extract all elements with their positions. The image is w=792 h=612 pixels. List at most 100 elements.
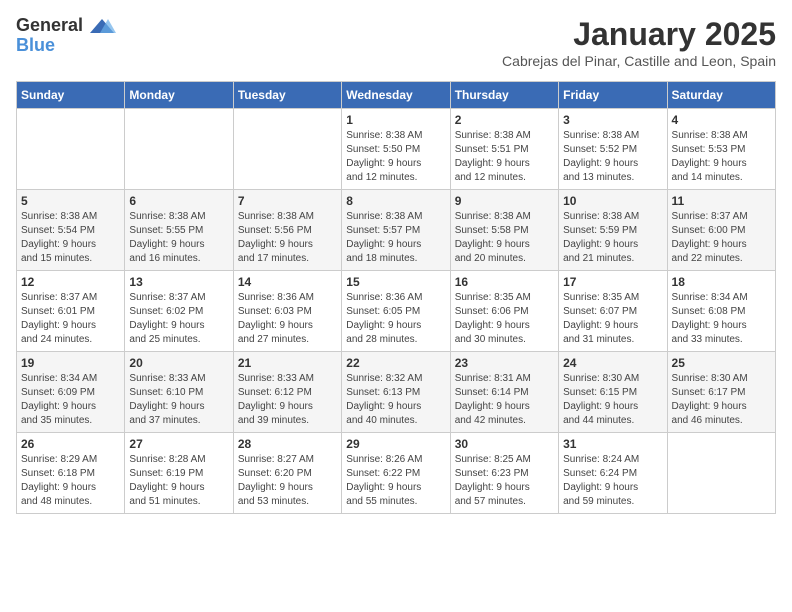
title-area: January 2025 Cabrejas del Pinar, Castill… (502, 16, 776, 69)
day-info: Sunrise: 8:38 AM Sunset: 5:52 PM Dayligh… (563, 129, 662, 185)
week-row-3: 12 Sunrise: 8:37 AM Sunset: 6:01 PM Dayli… (17, 271, 776, 352)
day-number: 16 (455, 275, 554, 289)
day-cell: 22 Sunrise: 8:32 AM Sunset: 6:13 PM Dayli… (342, 352, 450, 433)
day-cell: 28Sunrise: 8:27 AM Sunset: 6:20 PM Dayli… (233, 433, 341, 514)
day-info: Sunrise: 8:35 AM Sunset: 6:07 PM Dayligh… (563, 291, 662, 347)
month-title: January 2025 (502, 16, 776, 53)
weekday-header-monday: Monday (125, 82, 233, 109)
day-info: Sunrise: 8:38 AM Sunset: 5:58 PM Dayligh… (455, 210, 554, 266)
day-info: Sunrise: 8:38 AM Sunset: 5:55 PM Dayligh… (129, 210, 228, 266)
day-number: 6 (129, 194, 228, 208)
day-number: 8 (346, 194, 445, 208)
day-number: 3 (563, 113, 662, 127)
day-number: 31 (563, 437, 662, 451)
day-number: 22 (346, 356, 445, 370)
day-info: Sunrise: 8:30 AM Sunset: 6:15 PM Dayligh… (563, 372, 662, 428)
day-cell (17, 109, 125, 190)
day-number: 19 (21, 356, 120, 370)
day-number: 11 (672, 194, 771, 208)
day-cell: 25Sunrise: 8:30 AM Sunset: 6:17 PM Dayli… (667, 352, 775, 433)
week-row-4: 19Sunrise: 8:34 AM Sunset: 6:09 PM Dayli… (17, 352, 776, 433)
weekday-header-wednesday: Wednesday (342, 82, 450, 109)
day-info: Sunrise: 8:38 AM Sunset: 5:51 PM Dayligh… (455, 129, 554, 185)
day-cell: 3 Sunrise: 8:38 AM Sunset: 5:52 PM Daylig… (559, 109, 667, 190)
day-cell: 15Sunrise: 8:36 AM Sunset: 6:05 PM Dayli… (342, 271, 450, 352)
day-number: 4 (672, 113, 771, 127)
day-cell: 5 Sunrise: 8:38 AM Sunset: 5:54 PM Daylig… (17, 190, 125, 271)
day-number: 27 (129, 437, 228, 451)
day-info: Sunrise: 8:37 AM Sunset: 6:00 PM Dayligh… (672, 210, 771, 266)
weekday-header-row: SundayMondayTuesdayWednesdayThursdayFrid… (17, 82, 776, 109)
day-info: Sunrise: 8:31 AM Sunset: 6:14 PM Dayligh… (455, 372, 554, 428)
day-info: Sunrise: 8:35 AM Sunset: 6:06 PM Dayligh… (455, 291, 554, 347)
day-info: Sunrise: 8:32 AM Sunset: 6:13 PM Dayligh… (346, 372, 445, 428)
header: General Blue January 2025 Cabrejas del P… (16, 16, 776, 69)
day-info: Sunrise: 8:36 AM Sunset: 6:03 PM Dayligh… (238, 291, 337, 347)
day-info: Sunrise: 8:33 AM Sunset: 6:12 PM Dayligh… (238, 372, 337, 428)
day-cell: 1 Sunrise: 8:38 AM Sunset: 5:50 PM Daylig… (342, 109, 450, 190)
day-cell: 16 Sunrise: 8:35 AM Sunset: 6:06 PM Dayli… (450, 271, 558, 352)
weekday-header-friday: Friday (559, 82, 667, 109)
day-number: 5 (21, 194, 120, 208)
day-info: Sunrise: 8:38 AM Sunset: 5:59 PM Dayligh… (563, 210, 662, 266)
day-info: Sunrise: 8:38 AM Sunset: 5:53 PM Dayligh… (672, 129, 771, 185)
day-cell (233, 109, 341, 190)
day-cell: 20Sunrise: 8:33 AM Sunset: 6:10 PM Dayli… (125, 352, 233, 433)
day-info: Sunrise: 8:38 AM Sunset: 5:57 PM Dayligh… (346, 210, 445, 266)
day-cell: 26Sunrise: 8:29 AM Sunset: 6:18 PM Dayli… (17, 433, 125, 514)
logo: General Blue (16, 16, 116, 56)
day-info: Sunrise: 8:37 AM Sunset: 6:01 PM Dayligh… (21, 291, 120, 347)
day-number: 14 (238, 275, 337, 289)
day-cell: 9 Sunrise: 8:38 AM Sunset: 5:58 PM Daylig… (450, 190, 558, 271)
logo-general: General (16, 16, 116, 36)
week-row-2: 5 Sunrise: 8:38 AM Sunset: 5:54 PM Daylig… (17, 190, 776, 271)
day-cell (667, 433, 775, 514)
weekday-header-thursday: Thursday (450, 82, 558, 109)
day-number: 24 (563, 356, 662, 370)
day-number: 1 (346, 113, 445, 127)
day-number: 29 (346, 437, 445, 451)
day-info: Sunrise: 8:26 AM Sunset: 6:22 PM Dayligh… (346, 453, 445, 509)
day-info: Sunrise: 8:37 AM Sunset: 6:02 PM Dayligh… (129, 291, 228, 347)
day-number: 2 (455, 113, 554, 127)
day-cell: 12 Sunrise: 8:37 AM Sunset: 6:01 PM Dayli… (17, 271, 125, 352)
day-info: Sunrise: 8:24 AM Sunset: 6:24 PM Dayligh… (563, 453, 662, 509)
week-row-1: 1 Sunrise: 8:38 AM Sunset: 5:50 PM Daylig… (17, 109, 776, 190)
day-info: Sunrise: 8:27 AM Sunset: 6:20 PM Dayligh… (238, 453, 337, 509)
weekday-header-saturday: Saturday (667, 82, 775, 109)
day-cell: 2 Sunrise: 8:38 AM Sunset: 5:51 PM Daylig… (450, 109, 558, 190)
day-cell: 17 Sunrise: 8:35 AM Sunset: 6:07 PM Dayli… (559, 271, 667, 352)
day-number: 17 (563, 275, 662, 289)
day-number: 12 (21, 275, 120, 289)
day-cell: 4 Sunrise: 8:38 AM Sunset: 5:53 PM Daylig… (667, 109, 775, 190)
day-number: 25 (672, 356, 771, 370)
day-number: 26 (21, 437, 120, 451)
day-cell: 13Sunrise: 8:37 AM Sunset: 6:02 PM Dayli… (125, 271, 233, 352)
day-cell: 10 Sunrise: 8:38 AM Sunset: 5:59 PM Dayli… (559, 190, 667, 271)
day-cell: 8 Sunrise: 8:38 AM Sunset: 5:57 PM Daylig… (342, 190, 450, 271)
day-cell: 7Sunrise: 8:38 AM Sunset: 5:56 PM Daylig… (233, 190, 341, 271)
day-cell (125, 109, 233, 190)
day-cell: 18Sunrise: 8:34 AM Sunset: 6:08 PM Dayli… (667, 271, 775, 352)
day-cell: 21Sunrise: 8:33 AM Sunset: 6:12 PM Dayli… (233, 352, 341, 433)
day-number: 23 (455, 356, 554, 370)
day-info: Sunrise: 8:38 AM Sunset: 5:50 PM Dayligh… (346, 129, 445, 185)
day-info: Sunrise: 8:25 AM Sunset: 6:23 PM Dayligh… (455, 453, 554, 509)
day-cell: 30Sunrise: 8:25 AM Sunset: 6:23 PM Dayli… (450, 433, 558, 514)
day-number: 20 (129, 356, 228, 370)
location-title: Cabrejas del Pinar, Castille and Leon, S… (502, 53, 776, 69)
weekday-header-tuesday: Tuesday (233, 82, 341, 109)
day-cell: 6 Sunrise: 8:38 AM Sunset: 5:55 PM Daylig… (125, 190, 233, 271)
day-cell: 29 Sunrise: 8:26 AM Sunset: 6:22 PM Dayli… (342, 433, 450, 514)
day-cell: 24 Sunrise: 8:30 AM Sunset: 6:15 PM Dayli… (559, 352, 667, 433)
day-cell: 27 Sunrise: 8:28 AM Sunset: 6:19 PM Dayli… (125, 433, 233, 514)
week-row-5: 26Sunrise: 8:29 AM Sunset: 6:18 PM Dayli… (17, 433, 776, 514)
day-number: 9 (455, 194, 554, 208)
calendar-table: SundayMondayTuesdayWednesdayThursdayFrid… (16, 81, 776, 514)
day-cell: 19Sunrise: 8:34 AM Sunset: 6:09 PM Dayli… (17, 352, 125, 433)
weekday-header-sunday: Sunday (17, 82, 125, 109)
day-number: 10 (563, 194, 662, 208)
day-info: Sunrise: 8:28 AM Sunset: 6:19 PM Dayligh… (129, 453, 228, 509)
logo-blue: Blue (16, 36, 116, 56)
day-info: Sunrise: 8:38 AM Sunset: 5:54 PM Dayligh… (21, 210, 120, 266)
